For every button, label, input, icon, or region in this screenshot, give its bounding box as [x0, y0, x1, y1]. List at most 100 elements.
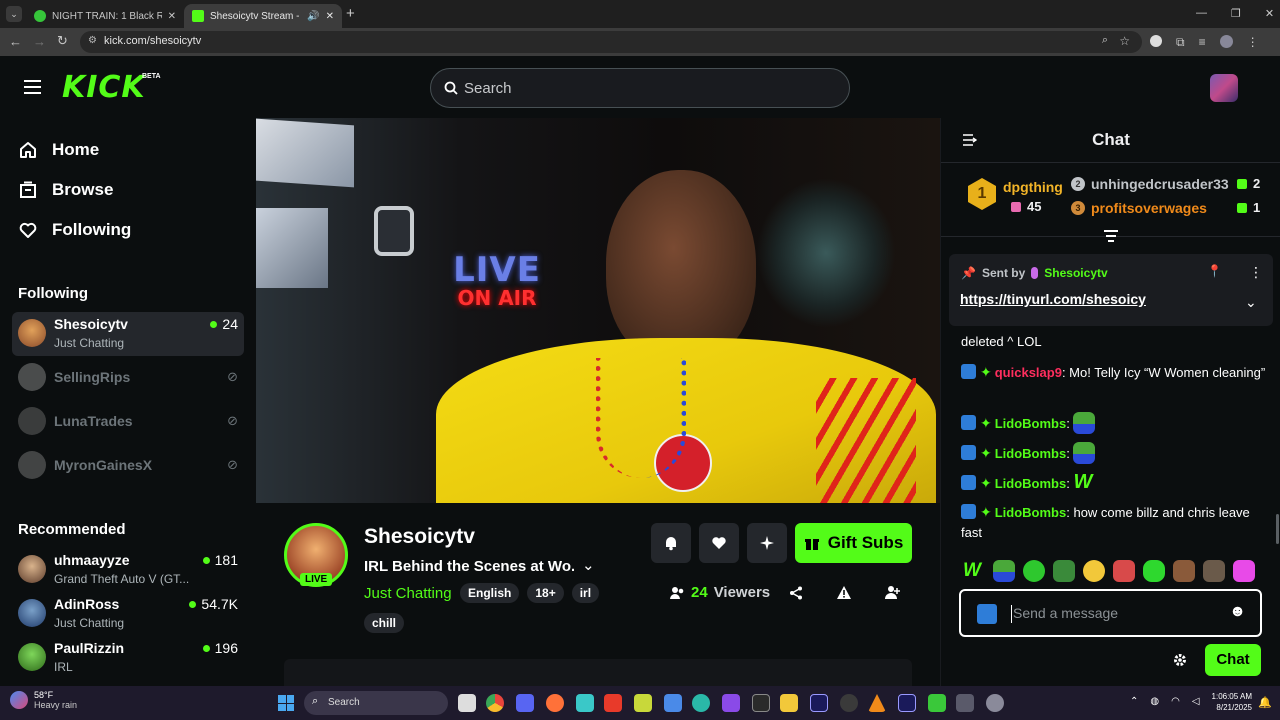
recommended-channel[interactable]: uhmaayyze Grand Theft Auto V (GT... 181 [12, 548, 244, 592]
user-avatar[interactable] [1210, 74, 1238, 102]
profile-icon[interactable] [1219, 35, 1233, 48]
wifi-icon[interactable]: ◠ [1171, 696, 1180, 707]
puzzle-icon[interactable]: ⧉ [1176, 35, 1185, 50]
tab-search-button[interactable]: ⌄ [6, 6, 22, 22]
close-window-icon[interactable]: ✕ [1265, 7, 1274, 20]
url-field[interactable]: ⚙ kick.com/shesoicytv ⌕ ☆ [80, 31, 1142, 53]
app-icon[interactable] [634, 694, 652, 712]
share-icon[interactable] [789, 586, 803, 600]
chevron-up-icon[interactable]: ⌃ [1130, 696, 1138, 707]
minimize-icon[interactable]: — [1196, 7, 1207, 20]
frog-emote-icon[interactable] [1053, 560, 1075, 582]
drink-emote-icon[interactable] [1113, 560, 1135, 582]
kick-logo[interactable]: KICK [62, 70, 146, 105]
video-player[interactable]: LIVE ON AIR [256, 118, 940, 503]
following-channel[interactable]: SellingRips ⊘ [12, 356, 244, 400]
username[interactable]: LidoBombs [995, 505, 1067, 520]
volume-icon[interactable]: ◁ [1192, 696, 1200, 707]
green-emote-icon[interactable] [1023, 560, 1045, 582]
close-icon[interactable]: ✕ [168, 11, 176, 22]
chat-input[interactable]: Send a message ☻ [959, 589, 1262, 637]
premiere-icon[interactable] [810, 694, 828, 712]
tag[interactable]: 18+ [527, 583, 564, 603]
gift-subs-button[interactable]: Gift Subs [795, 523, 912, 563]
file-explorer-icon[interactable] [780, 694, 798, 712]
search-bar[interactable]: Search [430, 68, 850, 108]
extension-icon[interactable] [1150, 35, 1162, 47]
mic-icon[interactable]: ◍ [1150, 696, 1159, 707]
edge-icon[interactable] [692, 694, 710, 712]
send-chat-button[interactable]: Chat [1205, 644, 1261, 676]
emoji-picker-icon[interactable]: ☻ [1229, 603, 1246, 621]
badge-icon[interactable] [977, 604, 997, 624]
kick-emote-icon[interactable] [1143, 560, 1165, 582]
premiere-icon[interactable] [898, 694, 916, 712]
following-channel[interactable]: MyronGainesX ⊘ [12, 444, 244, 488]
media-icon[interactable]: ≡ [1199, 35, 1206, 50]
bookmark-star-icon[interactable]: ☆ [1119, 34, 1130, 48]
notification-icon[interactable]: 🔔 [1258, 696, 1272, 709]
app-icon[interactable] [664, 694, 682, 712]
notifications-button[interactable] [651, 523, 691, 563]
clock[interactable]: 1:06:05 AM 8/21/2025 [1206, 692, 1252, 712]
leader-name[interactable]: unhingedcrusader33 [1091, 176, 1229, 192]
recommended-channel[interactable]: PaulRizzin IRL 196 [12, 636, 244, 680]
back-icon[interactable]: ← [9, 34, 22, 49]
thinking-emote-icon[interactable] [1083, 560, 1105, 582]
app-icon[interactable] [722, 694, 740, 712]
hamburger-menu-icon[interactable] [24, 80, 41, 94]
pinned-link[interactable]: https://tinyurl.com/shesoicy [960, 291, 1146, 307]
leader-name[interactable]: dpgthing [1003, 179, 1063, 195]
following-channel[interactable]: LunaTrades ⊘ [12, 400, 244, 444]
chat-settings-icon[interactable] [1173, 653, 1187, 667]
taskbar-search[interactable]: ⌕ Search [304, 691, 448, 715]
maximize-icon[interactable]: ❐ [1231, 7, 1241, 20]
channel-name[interactable]: Shesoicytv [364, 525, 475, 549]
stream-category[interactable]: Just Chatting [364, 585, 452, 602]
app-icon[interactable] [576, 694, 594, 712]
expand-leaderboard-icon[interactable] [1103, 230, 1119, 242]
recommended-channel[interactable]: AdinRoss Just Chatting 54.7K [12, 592, 244, 636]
nav-home[interactable]: Home [18, 140, 99, 160]
kicks-button[interactable] [747, 523, 787, 563]
audio-icon[interactable]: 🔊 [307, 11, 319, 22]
nav-following[interactable]: Following [18, 220, 131, 240]
username[interactable]: LidoBombs [995, 476, 1067, 491]
calculator-icon[interactable] [956, 694, 974, 712]
character-emote-icon[interactable] [1203, 560, 1225, 582]
tag[interactable]: irl [571, 583, 600, 603]
username[interactable]: LidoBombs [995, 446, 1067, 461]
reload-icon[interactable]: ↻ [57, 33, 68, 49]
unpin-icon[interactable]: 📍 [1207, 264, 1222, 278]
pinned-author[interactable]: Shesoicytv [1044, 266, 1107, 280]
more-options-icon[interactable]: ⋮ [1249, 264, 1263, 281]
menu-dots-icon[interactable]: ⋮ [1247, 35, 1259, 50]
app-icon[interactable] [604, 694, 622, 712]
pepe-emote-icon[interactable] [993, 560, 1015, 582]
nav-browse[interactable]: Browse [18, 180, 113, 200]
following-channel[interactable]: Shesoicytv Just Chatting 24 [12, 312, 244, 356]
new-tab-button[interactable]: + [346, 5, 355, 22]
chrome-icon[interactable] [486, 694, 504, 712]
firefox-icon[interactable] [546, 694, 564, 712]
weather-widget[interactable]: 58°F Heavy rain [10, 690, 77, 710]
start-button[interactable] [278, 695, 294, 711]
task-view-icon[interactable] [458, 694, 476, 712]
chevron-down-icon[interactable]: ⌄ [1245, 294, 1257, 311]
user-add-icon[interactable] [885, 585, 900, 600]
browser-tab-2[interactable]: Shesoicytv Stream - Watch ... 🔊 ✕ [184, 4, 342, 28]
app-icon[interactable] [840, 694, 858, 712]
leader-name[interactable]: profitsoverwages [1091, 200, 1207, 216]
tag[interactable]: chill [364, 613, 405, 633]
chat-scrollbar[interactable] [1276, 514, 1279, 544]
discord-icon[interactable] [516, 694, 534, 712]
pink-emote-icon[interactable] [1233, 560, 1255, 582]
close-icon[interactable]: ✕ [326, 11, 334, 22]
username[interactable]: LidoBombs [995, 416, 1067, 431]
site-info-icon[interactable]: ⚙ [88, 35, 97, 46]
report-icon[interactable] [836, 585, 852, 600]
face-emote-icon[interactable] [1173, 560, 1195, 582]
epic-games-icon[interactable] [752, 694, 770, 712]
zoom-icon[interactable]: ⌕ [1102, 34, 1108, 47]
tag[interactable]: English [460, 583, 520, 603]
